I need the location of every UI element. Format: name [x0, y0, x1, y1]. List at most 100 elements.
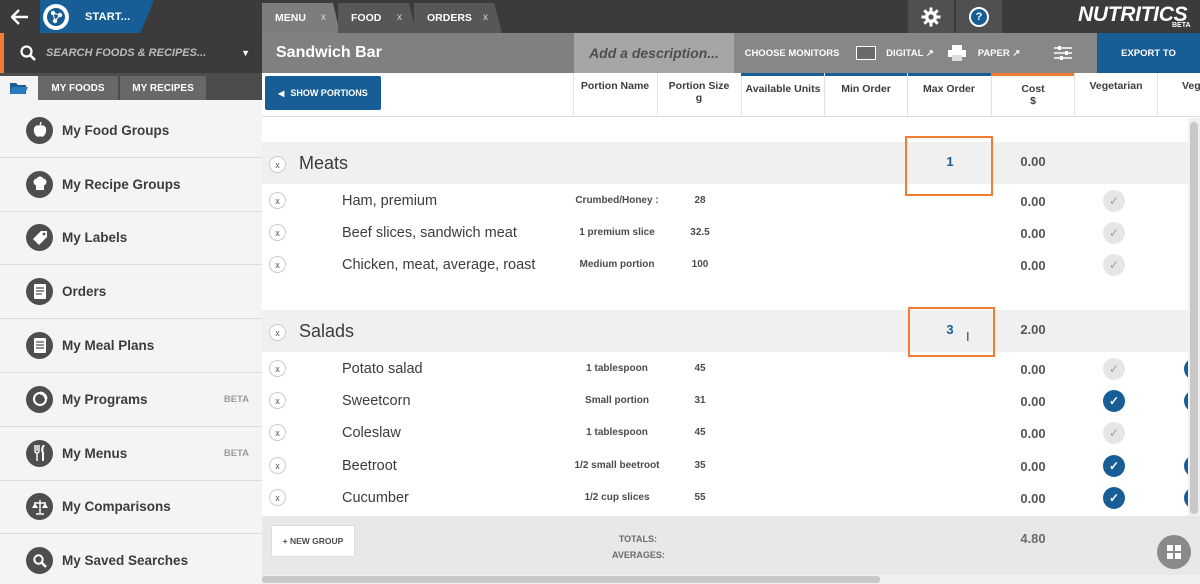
vegetarian-check-icon[interactable]: ✓ — [1103, 190, 1125, 212]
remove-group-icon[interactable]: x — [269, 156, 286, 173]
back-arrow-icon[interactable] — [0, 0, 40, 33]
column-cost[interactable]: Cost $ — [993, 83, 1073, 107]
tab-menu-close-icon[interactable]: x — [321, 12, 326, 23]
sidebar-item-my-programs[interactable]: My Programs BETA — [0, 372, 262, 427]
food-portion-size[interactable]: 100 — [674, 259, 726, 270]
group-name[interactable]: Salads — [299, 321, 354, 342]
food-portion-name[interactable]: Medium portion — [569, 259, 665, 270]
menu-title-bar: Sandwich Bar Add a description... CHOOSE… — [262, 33, 1200, 73]
export-button[interactable]: EXPORT TO — [1097, 33, 1200, 73]
remove-item-icon[interactable]: x — [269, 424, 286, 441]
grid-view-icon[interactable] — [1157, 535, 1191, 569]
remove-item-icon[interactable]: x — [269, 457, 286, 474]
sidebar-item-my-recipe-groups[interactable]: My Recipe Groups — [0, 157, 262, 212]
food-portion-size[interactable]: 28 — [674, 195, 726, 206]
food-cost: 0.00 — [1020, 226, 1046, 241]
choose-monitors-button[interactable]: CHOOSE MONITORS — [734, 33, 850, 73]
food-portion-name[interactable]: Crumbed/Honey : — [569, 195, 665, 206]
group-max-order[interactable]: 1 — [940, 154, 960, 169]
vegetarian-check-icon[interactable]: ✓ — [1103, 422, 1125, 444]
column-available-units[interactable]: Available Units — [743, 83, 823, 95]
digital-button[interactable]: DIGITAL ↗ — [850, 33, 940, 73]
vegetarian-check-icon[interactable]: ✓ — [1103, 358, 1125, 380]
vegetarian-check-icon[interactable]: ✓ — [1103, 487, 1125, 509]
sidebar-item-my-comparisons[interactable]: My Comparisons — [0, 480, 262, 535]
food-portion-name[interactable]: Small portion — [569, 395, 665, 406]
food-portion-size[interactable]: 45 — [674, 363, 726, 374]
sidebar-item-my-menus[interactable]: My Menus BETA — [0, 426, 262, 481]
start-button[interactable]: START... — [40, 0, 154, 33]
vegetarian-check-icon[interactable]: ✓ — [1103, 222, 1125, 244]
food-portion-name[interactable]: 1 tablespoon — [569, 363, 665, 374]
vertical-scrollbar[interactable] — [1188, 118, 1200, 516]
food-portion-name[interactable]: 1 premium slice — [569, 227, 665, 238]
food-portion-name[interactable]: 1/2 small beetroot — [569, 460, 665, 471]
remove-item-icon[interactable]: x — [269, 224, 286, 241]
column-vegan[interactable]: Veg — [1182, 80, 1200, 92]
tab-menu[interactable]: MENU x — [262, 3, 340, 33]
settings-gear-icon[interactable] — [908, 0, 954, 33]
food-portion-name[interactable]: 1/2 cup slices — [569, 492, 665, 503]
food-portion-size[interactable]: 35 — [674, 460, 726, 471]
sidebar-item-my-food-groups[interactable]: My Food Groups — [0, 104, 262, 158]
sliders-settings-icon[interactable] — [1028, 33, 1098, 73]
food-name[interactable]: Beetroot — [342, 458, 397, 474]
help-button[interactable]: ? — [956, 0, 1002, 33]
column-divider — [907, 73, 908, 117]
column-divider — [741, 73, 742, 117]
column-divider — [824, 73, 825, 117]
tab-my-recipes[interactable]: MY RECIPES — [120, 76, 206, 100]
sidebar-item-my-labels[interactable]: My Labels — [0, 211, 262, 266]
remove-item-icon[interactable]: x — [269, 392, 286, 409]
food-portion-size[interactable]: 32.5 — [674, 227, 726, 238]
tab-orders-close-icon[interactable]: x — [483, 12, 488, 23]
food-name[interactable]: Coleslaw — [342, 425, 401, 441]
column-vegetarian[interactable]: Vegetarian — [1076, 80, 1156, 92]
sidebar-item-label: My Recipe Groups — [62, 176, 181, 192]
vegetarian-check-icon[interactable]: ✓ — [1103, 254, 1125, 276]
brand-beta-badge: BETA — [1172, 22, 1191, 29]
tab-my-foods[interactable]: MY FOODS — [38, 76, 118, 100]
food-portion-size[interactable]: 55 — [674, 492, 726, 503]
column-max-order[interactable]: Max Order — [909, 83, 989, 95]
search-foods-input[interactable]: SEARCH FOODS & RECIPES... ▼ — [0, 33, 262, 73]
food-name[interactable]: Sweetcorn — [342, 393, 411, 409]
remove-item-icon[interactable]: x — [269, 360, 286, 377]
vegetarian-check-icon[interactable]: ✓ — [1103, 390, 1125, 412]
show-portions-button[interactable]: ◀ SHOW PORTIONS — [265, 76, 381, 110]
folder-tab[interactable] — [0, 76, 38, 100]
tab-orders[interactable]: ORDERS x — [414, 3, 502, 33]
menu-title[interactable]: Sandwich Bar — [276, 44, 382, 62]
group-cost: 0.00 — [1020, 154, 1046, 169]
vertical-scroll-thumb[interactable] — [1190, 122, 1198, 514]
food-portion-size[interactable]: 45 — [674, 427, 726, 438]
tab-food-close-icon[interactable]: x — [397, 12, 402, 23]
food-name[interactable]: Chicken, meat, average, roast — [342, 257, 535, 273]
group-max-order[interactable]: 3 — [940, 322, 960, 337]
remove-group-icon[interactable]: x — [269, 324, 286, 341]
paper-button[interactable]: PAPER ↗ — [940, 33, 1028, 73]
horizontal-scrollbar[interactable] — [262, 575, 1200, 584]
food-name[interactable]: Potato salad — [342, 361, 423, 377]
sidebar-item-my-saved-searches[interactable]: My Saved Searches — [0, 534, 262, 584]
group-name[interactable]: Meats — [299, 153, 348, 174]
horizontal-scroll-thumb[interactable] — [262, 576, 880, 583]
food-name[interactable]: Cucumber — [342, 490, 409, 506]
column-min-order[interactable]: Min Order — [826, 83, 906, 95]
food-portion-name[interactable]: 1 tablespoon — [569, 427, 665, 438]
column-portion-size[interactable]: Portion Size g — [660, 80, 738, 104]
remove-item-icon[interactable]: x — [269, 489, 286, 506]
new-group-button[interactable]: + NEW GROUP — [271, 525, 355, 557]
tab-food[interactable]: FOOD x — [338, 3, 416, 33]
food-name[interactable]: Beef slices, sandwich meat — [342, 225, 517, 241]
food-name[interactable]: Ham, premium — [342, 193, 437, 209]
remove-item-icon[interactable]: x — [269, 192, 286, 209]
column-portion-name[interactable]: Portion Name — [576, 80, 654, 92]
remove-item-icon[interactable]: x — [269, 256, 286, 273]
description-input[interactable]: Add a description... — [574, 33, 734, 73]
sidebar-item-orders[interactable]: Orders — [0, 265, 262, 320]
search-dropdown-icon[interactable]: ▼ — [241, 48, 250, 58]
sidebar-item-my-meal-plans[interactable]: My Meal Plans — [0, 319, 262, 373]
vegetarian-check-icon[interactable]: ✓ — [1103, 455, 1125, 477]
food-portion-size[interactable]: 31 — [674, 395, 726, 406]
